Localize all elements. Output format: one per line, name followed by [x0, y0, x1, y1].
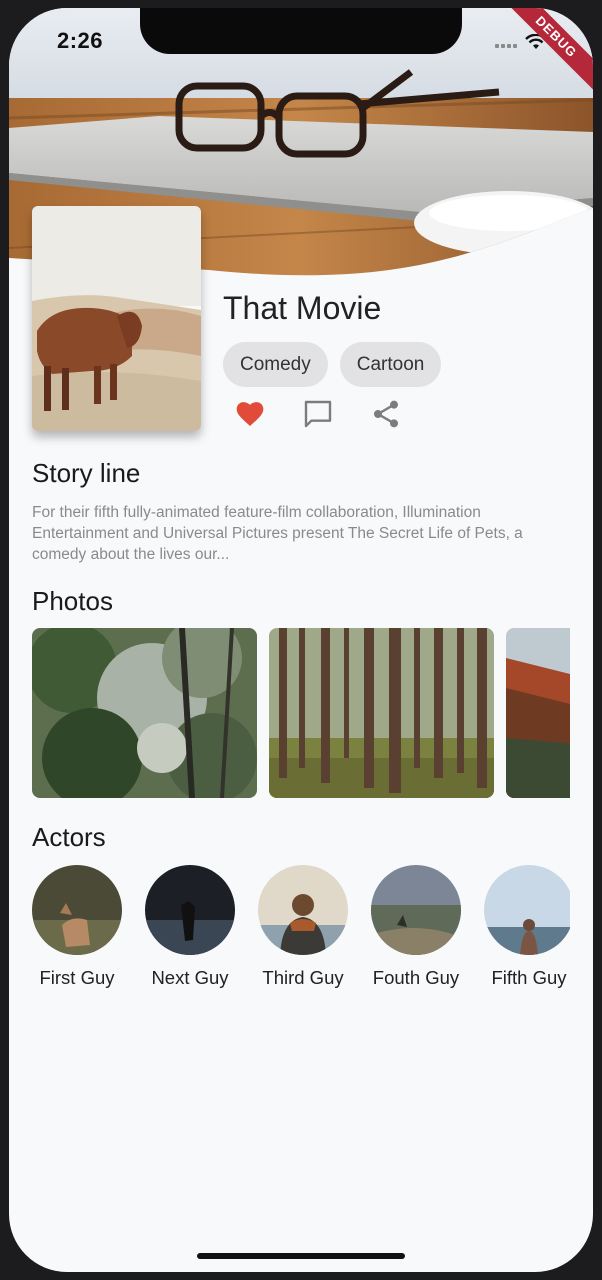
avatar [32, 865, 122, 955]
photo-thumbnail[interactable] [269, 628, 494, 798]
avatar [145, 865, 235, 955]
photos-carousel[interactable] [32, 628, 570, 798]
actors-list[interactable]: First Guy Next Guy Third Guy Fouth Guy F… [32, 865, 570, 1005]
genre-chips: Comedy Cartoon [223, 342, 442, 387]
avatar [371, 865, 461, 955]
actor-name: First Guy [39, 967, 115, 988]
actor-name: Next Guy [151, 967, 229, 988]
app-screen: 2:26 DEBUG That Movie Comedy Cartoon Sto… [9, 8, 593, 1272]
avatar [484, 865, 570, 955]
cellular-signal-icon [495, 36, 517, 54]
actor-name: Third Guy [262, 967, 344, 988]
actor-name: Fouth Guy [372, 967, 460, 988]
movie-poster [32, 206, 201, 431]
home-indicator[interactable] [197, 1253, 405, 1259]
actor-item[interactable]: Fouth Guy [361, 865, 471, 989]
genre-chip-cartoon[interactable]: Cartoon [339, 342, 442, 387]
share-icon[interactable] [370, 398, 402, 430]
actor-item[interactable]: Next Guy [135, 865, 245, 989]
movie-actions [234, 398, 402, 430]
genre-chip-comedy[interactable]: Comedy [223, 342, 328, 387]
comment-icon[interactable] [302, 398, 334, 430]
movie-title: That Movie [223, 290, 382, 326]
storyline-heading: Story line [32, 458, 141, 488]
device-notch [140, 8, 462, 54]
actor-item[interactable]: Third Guy [248, 865, 358, 989]
photos-heading: Photos [32, 586, 113, 616]
status-icons [495, 33, 547, 55]
status-time: 2:26 [57, 28, 104, 53]
actor-item[interactable]: First Guy [32, 865, 132, 989]
avatar [258, 865, 348, 955]
phone-frame: 2:26 DEBUG That Movie Comedy Cartoon Sto… [0, 0, 602, 1280]
actor-name: Fifth Guy [491, 967, 567, 988]
photo-thumbnail[interactable] [506, 628, 570, 798]
photo-thumbnail[interactable] [32, 628, 257, 798]
storyline-text: For their fifth fully-animated feature-f… [32, 504, 523, 563]
actor-item[interactable]: Fifth Guy [474, 865, 570, 989]
heart-icon[interactable] [234, 398, 266, 430]
actors-heading: Actors [32, 822, 106, 852]
